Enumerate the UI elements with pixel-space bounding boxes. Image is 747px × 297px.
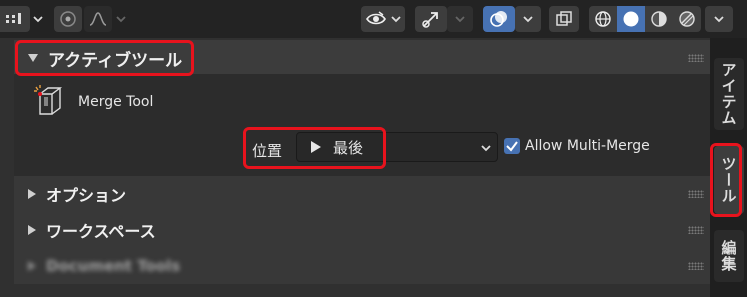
proportional-editing-icon (60, 11, 76, 27)
panel-title: ワークスペース (46, 222, 156, 241)
tab-label: アイテム (719, 62, 738, 126)
panel-title: Document Tools (46, 257, 181, 275)
active-tool-panel-header[interactable]: アクティブツール (14, 40, 710, 76)
viewport-header (0, 0, 747, 38)
gizmo-dropdown[interactable] (447, 6, 473, 32)
xray-icon (556, 11, 572, 26)
options-panel-header[interactable]: オプション (14, 176, 710, 212)
allow-multi-merge-label: Allow Multi-Merge (525, 138, 650, 154)
chevron-down-icon (481, 145, 491, 152)
rendered-shading-button[interactable] (673, 6, 701, 32)
gizmo-icon (422, 12, 438, 28)
panel-title: オプション (46, 186, 127, 205)
select-mode-dropdown[interactable] (33, 6, 43, 32)
chevron-down-icon (391, 16, 401, 23)
tab-tool[interactable]: ツール (714, 146, 744, 214)
tab-item[interactable]: アイテム (714, 58, 744, 130)
solid-shading-button[interactable] (617, 6, 645, 32)
chevron-down-icon (523, 16, 533, 23)
expand-triangle-icon (28, 189, 36, 199)
allow-multi-merge-checkbox[interactable] (504, 138, 520, 154)
rendered-shading-icon (679, 11, 695, 27)
expand-triangle-icon (28, 261, 36, 271)
tool-name: Merge Tool (78, 94, 154, 110)
drag-handle-icon[interactable] (688, 54, 704, 62)
overlay-toggle[interactable] (483, 6, 515, 32)
sidebar-panel-area: アクティブツール Merge Tool 位置 最後 Allow Multi-Me… (14, 38, 710, 297)
select-mode-button[interactable] (0, 6, 30, 32)
tab-label: 編集 (719, 240, 738, 272)
shading-options-dropdown[interactable] (705, 6, 733, 32)
position-value: 最後 (333, 138, 364, 157)
solid-shading-icon (623, 11, 639, 27)
select-mode-icon (6, 13, 21, 24)
position-label: 位置 (252, 142, 283, 160)
checkmark-icon (506, 141, 518, 152)
falloff-button[interactable] (84, 6, 112, 32)
chevron-down-icon (714, 16, 724, 23)
proportional-editing-toggle[interactable] (54, 6, 82, 32)
document-tools-panel-header[interactable]: Document Tools (14, 248, 710, 284)
position-dropdown[interactable]: 最後 (296, 132, 498, 162)
wireframe-shading-icon (595, 11, 611, 27)
active-tool-panel-body: Merge Tool 位置 最後 Allow Multi-Merge (14, 74, 710, 184)
merge-tool-icon (34, 85, 63, 115)
chevron-down-icon (33, 16, 43, 23)
gizmo-toggle[interactable] (415, 6, 447, 32)
drag-handle-icon[interactable] (688, 226, 704, 234)
overlay-dropdown[interactable] (515, 6, 541, 32)
chevron-down-icon (455, 16, 465, 23)
falloff-curve-icon (89, 12, 107, 26)
play-triangle-icon (311, 141, 321, 153)
expand-triangle-icon (28, 225, 36, 235)
wireframe-shading-button[interactable] (589, 6, 617, 32)
material-shading-button[interactable] (645, 6, 673, 32)
tab-edit[interactable]: 編集 (714, 230, 744, 282)
material-shading-icon (651, 11, 667, 27)
chevron-down-icon (116, 16, 126, 23)
drag-handle-icon[interactable] (688, 190, 704, 198)
overlay-icon (490, 11, 507, 27)
object-visibility-button[interactable] (361, 6, 405, 32)
sidebar-tabs: アイテム ツール 編集 (710, 38, 747, 297)
panel-title: アクティブツール (48, 50, 183, 71)
falloff-dropdown[interactable] (116, 6, 126, 32)
visibility-icon (366, 11, 386, 25)
tab-label: ツール (719, 156, 738, 204)
workspace-panel-header[interactable]: ワークスペース (14, 212, 710, 248)
xray-toggle[interactable] (549, 6, 579, 32)
collapse-triangle-icon (28, 54, 38, 62)
drag-handle-icon[interactable] (688, 262, 704, 270)
